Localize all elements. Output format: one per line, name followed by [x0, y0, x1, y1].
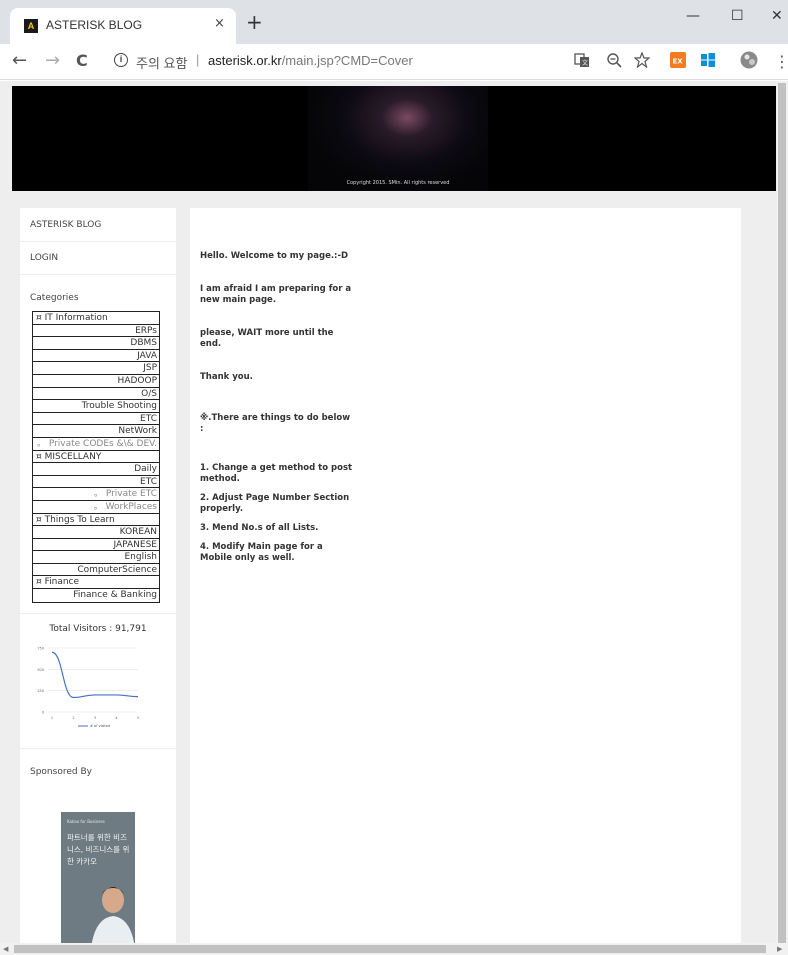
address-separator: | — [196, 52, 200, 67]
reload-icon[interactable]: C — [76, 51, 88, 71]
content-paragraph: 4. Modify Main page for a Mobile only as… — [200, 542, 323, 563]
ad-person-image — [91, 887, 135, 943]
content-paragraph: Hello. Welcome to my page.:-D — [200, 251, 349, 261]
banner-copyright: Copyright 2015. SMin. All rights reserve… — [346, 180, 450, 186]
horizontal-scroll-thumb[interactable] — [14, 945, 766, 953]
minimize-icon[interactable]: — — [686, 8, 700, 24]
vertical-scrollbar[interactable] — [776, 81, 788, 943]
content-paragraph: 1. Change a get method to post method. — [200, 463, 353, 484]
blog-title-text: ASTERISK BLOG — [30, 220, 102, 230]
visitor-count: Total Visitors : 91,791 — [49, 623, 147, 634]
category-item[interactable]: KOREAN — [33, 526, 159, 539]
back-icon[interactable]: ← — [12, 51, 27, 71]
visitor-chart: 0 250 500 750 1 2 3 4 5 # of visited — [20, 638, 176, 748]
x-tick-label: 3 — [94, 716, 96, 720]
url-text: asterisk.or.kr/main.jsp?CMD=Cover — [208, 53, 413, 68]
login-text: LOGIN — [30, 253, 59, 263]
window-close-icon[interactable]: ✕ — [771, 8, 783, 24]
category-item[interactable]: ERPs — [33, 325, 159, 338]
extension-ex-icon[interactable]: EX — [670, 52, 686, 68]
svg-text:EX: EX — [673, 58, 684, 66]
y-tick-label: 0 — [42, 710, 44, 714]
browser-tab[interactable]: A ASTERISK BLOG × — [10, 8, 236, 44]
content-paragraph: Thank you. — [200, 372, 253, 382]
visitor-chart-svg: 0 250 500 750 1 2 3 4 5 # of visited — [37, 646, 139, 728]
category-item[interactable]: 。 WorkPlaces — [33, 501, 159, 514]
ad-small-text: Kakao for Business — [67, 819, 105, 824]
category-item[interactable]: Daily — [33, 463, 159, 476]
categories-heading: Categories — [30, 293, 79, 303]
favicon-icon: A — [24, 19, 38, 33]
category-item[interactable]: O/S — [33, 388, 159, 401]
category-item[interactable]: HADOOP — [33, 375, 159, 388]
browser-tab-strip: A ASTERISK BLOG × + — ☐ ✕ — [0, 0, 788, 44]
content-paragraph: please, WAIT more until the end. — [200, 328, 334, 349]
svg-text:文: 文 — [582, 59, 588, 67]
login-link[interactable]: LOGIN — [20, 242, 176, 275]
category-item[interactable]: 。 Private ETC — [33, 488, 159, 501]
page-viewport: Copyright 2015. SMin. All rights reserve… — [0, 81, 788, 943]
zoom-icon[interactable] — [606, 52, 622, 68]
category-item[interactable]: NetWork — [33, 425, 159, 438]
sponsored-heading: Sponsored By — [30, 766, 92, 777]
category-item[interactable]: English — [33, 551, 159, 564]
sponsor-ad[interactable]: Kakao for Business 파트너를 위한 비즈니스, 비즈니스를 위… — [61, 812, 135, 943]
bookmark-star-icon[interactable] — [634, 52, 650, 68]
vertical-scroll-thumb[interactable] — [778, 83, 786, 943]
legend-label: # of visited — [90, 724, 110, 728]
browser-menu-icon[interactable]: ⋮ — [774, 52, 788, 72]
security-warning: 주의 요함 — [136, 56, 188, 71]
ad-text: 파트너를 위한 비즈니스, 비즈니스를 위한 카카오 — [67, 833, 130, 866]
category-list: ¤ IT Information ERPs DBMS JAVA JSP HADOOP O/S… — [32, 311, 160, 603]
info-icon[interactable]: i — [114, 53, 128, 67]
content-paragraph: I am afraid I am preparing for a new mai… — [200, 284, 352, 305]
category-item[interactable]: JSP — [33, 362, 159, 375]
category-item[interactable]: ¤ Things To Learn — [33, 514, 159, 527]
x-tick-label: 4 — [115, 716, 118, 720]
new-tab-button[interactable]: + — [246, 12, 263, 32]
horizontal-scrollbar[interactable]: ◀ ▶ — [0, 943, 788, 955]
category-item[interactable]: ¤ MISCELLANY — [33, 451, 159, 464]
url-path: /main.jsp?CMD=Cover — [281, 53, 413, 68]
blog-banner: Copyright 2015. SMin. All rights reserve… — [12, 86, 784, 191]
category-item[interactable]: JAVA — [33, 350, 159, 363]
category-item[interactable]: ¤ IT Information — [33, 312, 159, 325]
visitor-section: Total Visitors : 91,791 0 250 500 750 1 2 3 4 5 #… — [20, 614, 176, 749]
y-tick-label: 750 — [37, 646, 44, 650]
category-item[interactable]: ETC — [33, 476, 159, 489]
tab-title: ASTERISK BLOG — [46, 18, 143, 32]
x-tick-label: 1 — [51, 716, 53, 720]
scroll-left-icon[interactable]: ◀ — [3, 945, 8, 953]
category-item[interactable]: DBMS — [33, 337, 159, 350]
translate-icon[interactable]: 文 — [574, 52, 590, 68]
categories-section: Categories ¤ IT Information ERPs DBMS JAVA J… — [20, 275, 176, 614]
forward-icon[interactable]: → — [45, 51, 60, 71]
profile-avatar-icon[interactable] — [740, 51, 758, 69]
sidebar-blog-title[interactable]: ASTERISK BLOG — [20, 208, 176, 242]
category-item[interactable]: ComputerScience — [33, 564, 159, 577]
tab-close-icon[interactable]: × — [214, 16, 225, 31]
category-item[interactable]: Trouble Shooting — [33, 400, 159, 413]
x-tick-label: 2 — [72, 716, 74, 720]
category-item[interactable]: ETC — [33, 413, 159, 426]
category-item[interactable]: Finance & Banking — [33, 589, 159, 602]
content-paragraph: 2. Adjust Page Number Section properly. — [200, 493, 350, 514]
x-tick-label: 5 — [137, 716, 139, 720]
extension-windows-icon[interactable] — [700, 52, 716, 68]
content-paragraph: 3. Mend No.s of all Lists. — [200, 523, 319, 533]
url-host: asterisk.or.kr — [208, 53, 282, 68]
category-item[interactable]: JAPANESE — [33, 539, 159, 552]
nebula-image: Copyright 2015. SMin. All rights reserve… — [308, 86, 488, 191]
scroll-right-icon[interactable]: ▶ — [777, 945, 782, 953]
category-item[interactable]: ¤ Finance — [33, 576, 159, 590]
y-tick-label: 250 — [37, 689, 44, 693]
category-item[interactable]: 。 Private CODEs &\& DEV. — [33, 438, 159, 451]
content-paragraph: ※.There are things to do below : — [200, 413, 351, 434]
y-tick-label: 500 — [37, 667, 44, 671]
main-content: Hello. Welcome to my page.:-D I am afraid… — [190, 208, 741, 943]
maximize-icon[interactable]: ☐ — [731, 8, 744, 24]
browser-toolbar: ← → C i 주의 요함 | asterisk.or.kr/main.jsp?… — [0, 44, 788, 80]
